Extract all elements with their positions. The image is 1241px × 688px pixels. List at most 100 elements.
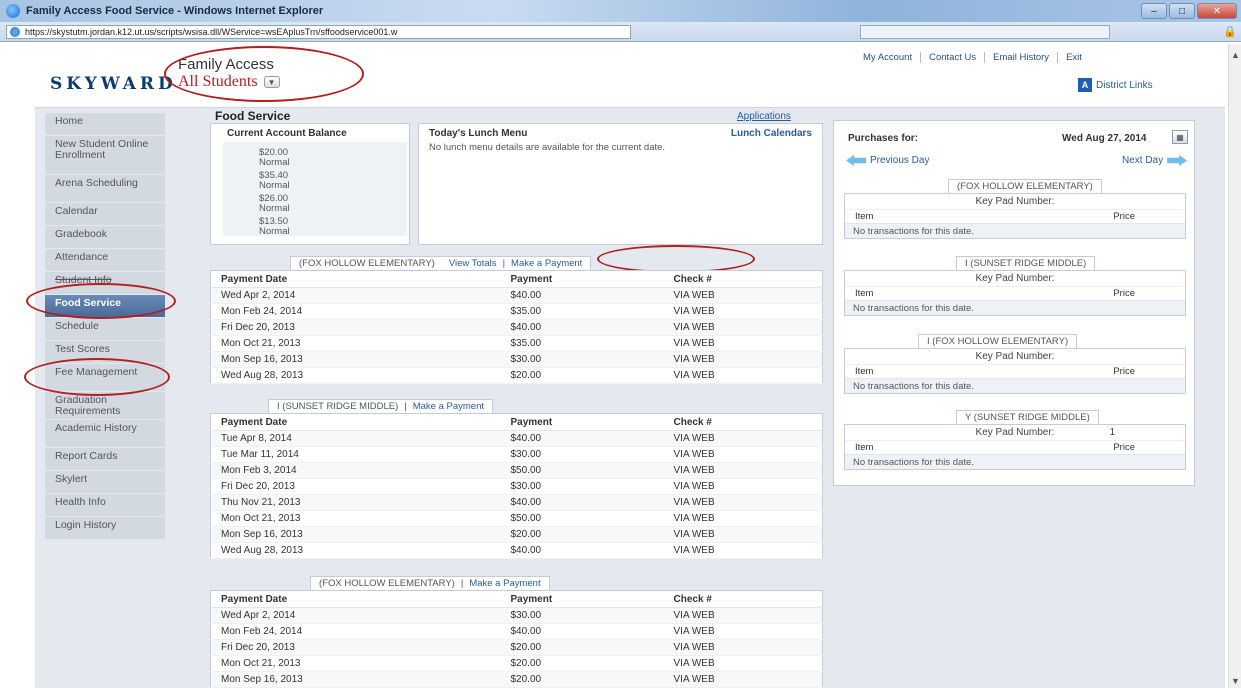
window-titlebar: Family Access Food Service - Windows Int… bbox=[0, 0, 1241, 22]
next-day-button[interactable]: Next Day bbox=[1122, 155, 1188, 166]
next-day-label: Next Day bbox=[1122, 155, 1164, 166]
sidebar-item-food-service[interactable]: Food Service bbox=[45, 295, 165, 317]
table-row: Mon Oct 21, 2013 $20.00 VIA WEB bbox=[210, 655, 823, 672]
table-row: Fri Dec 20, 2013 $40.00 VIA WEB bbox=[210, 319, 823, 336]
check-number: VIA WEB bbox=[663, 335, 823, 352]
my-account-link[interactable]: My Account bbox=[855, 52, 920, 63]
payment-amount: $35.00 bbox=[500, 335, 664, 352]
table-row: Mon Sep 16, 2013 $20.00 VIA WEB bbox=[210, 671, 823, 688]
exit-link[interactable]: Exit bbox=[1057, 52, 1090, 63]
lunch-calendars-link[interactable]: Lunch Calendars bbox=[731, 128, 812, 139]
skyward-logo: SKYWARD bbox=[50, 74, 177, 94]
sidebar-item-test-scores[interactable]: Test Scores bbox=[45, 341, 165, 363]
close-icon[interactable]: ✕ bbox=[1197, 3, 1237, 19]
payment-table: Payment Date Payment Check # Wed Apr 2, … bbox=[210, 270, 823, 384]
payment-date: Fri Dec 20, 2013 bbox=[210, 639, 501, 656]
sidebar-item-gradebook[interactable]: Gradebook bbox=[45, 226, 165, 248]
sidebar-item-health-info[interactable]: Health Info bbox=[45, 494, 165, 516]
sidebar-item-schedule[interactable]: Schedule bbox=[45, 318, 165, 340]
column-header: Payment bbox=[500, 413, 664, 431]
check-number: VIA WEB bbox=[663, 623, 823, 640]
check-number: VIA WEB bbox=[663, 542, 823, 559]
sidebar-item-academic-history[interactable]: Academic History bbox=[45, 420, 165, 447]
purchase-body: Key Pad Number: Item Price No transaction… bbox=[844, 348, 1186, 394]
sidebar-item-fee-management[interactable]: Fee Management bbox=[45, 364, 165, 391]
scroll-up-icon[interactable]: ▲ bbox=[1231, 50, 1240, 60]
payment-date: Mon Feb 3, 2014 bbox=[210, 462, 501, 479]
email-history-link[interactable]: Email History bbox=[984, 52, 1057, 63]
previous-day-button[interactable]: Previous Day bbox=[846, 155, 929, 166]
make-payment-link[interactable]: Make a Payment bbox=[511, 258, 582, 269]
minimize-icon[interactable]: – bbox=[1141, 3, 1167, 19]
check-number: VIA WEB bbox=[663, 287, 823, 304]
maximize-icon[interactable]: □ bbox=[1169, 3, 1195, 19]
table-row: Wed Apr 2, 2014 $40.00 VIA WEB bbox=[210, 287, 823, 304]
purchase-school: I (FOX HOLLOW ELEMENTARY) bbox=[918, 334, 1078, 348]
arrow-right-icon bbox=[1167, 155, 1188, 166]
separator: | bbox=[404, 401, 407, 412]
payment-date: Mon Sep 16, 2013 bbox=[210, 351, 501, 368]
table-row: Thu Nov 21, 2013 $40.00 VIA WEB bbox=[210, 494, 823, 511]
purchase-columns: Item Price bbox=[845, 440, 1185, 454]
purchase-columns: Item Price bbox=[845, 209, 1185, 223]
payment-amount: $20.00 bbox=[500, 367, 664, 384]
payment-amount: $50.00 bbox=[500, 462, 664, 479]
purchases-label: Purchases for: bbox=[848, 133, 919, 144]
page-scrollbar[interactable]: ▲ ▼ bbox=[1228, 44, 1241, 688]
sidebar-item-graduation[interactable]: Graduation Requirements bbox=[45, 392, 165, 419]
table-row: Mon Sep 16, 2013 $30.00 VIA WEB bbox=[210, 351, 823, 368]
sidebar-item-arena[interactable]: Arena Scheduling bbox=[45, 175, 165, 202]
sidebar-item-enrollment[interactable]: New Student Online Enrollment bbox=[45, 136, 165, 174]
student-selector[interactable]: All Students ▼ bbox=[178, 73, 280, 91]
payment-amount: $50.00 bbox=[500, 510, 664, 527]
purchases-date: Wed Aug 27, 2014 bbox=[1062, 133, 1147, 144]
balance-panel: Current Account Balance $20.00 Normal $35… bbox=[210, 123, 410, 245]
make-payment-link[interactable]: Make a Payment bbox=[469, 578, 540, 589]
sidebar-item-skylert[interactable]: Skylert bbox=[45, 471, 165, 493]
payment-date: Wed Apr 2, 2014 bbox=[210, 287, 501, 304]
sidebar-item-student-info[interactable]: Student Info bbox=[45, 272, 165, 294]
payment-table: Payment Date Payment Check # Tue Apr 8, … bbox=[210, 413, 823, 559]
check-number: VIA WEB bbox=[663, 655, 823, 672]
no-transactions-text: No transactions for this date. bbox=[845, 223, 1185, 238]
make-payment-link[interactable]: Make a Payment bbox=[413, 401, 484, 412]
applications-link[interactable]: Applications bbox=[737, 111, 791, 122]
table-row: Mon Oct 21, 2013 $35.00 VIA WEB bbox=[210, 335, 823, 352]
purchase-body: Key Pad Number: 1 Item Price No transactio… bbox=[844, 424, 1186, 470]
payment-date: Thu Nov 21, 2013 bbox=[210, 494, 501, 511]
contact-us-link[interactable]: Contact Us bbox=[920, 52, 984, 63]
purchase-school: (FOX HOLLOW ELEMENTARY) bbox=[948, 179, 1102, 193]
sidebar-item-calendar[interactable]: Calendar bbox=[45, 203, 165, 225]
sidebar-nav: Home New Student Online Enrollment Arena… bbox=[45, 113, 165, 540]
payment-date: Mon Sep 16, 2013 bbox=[210, 526, 501, 543]
check-number: VIA WEB bbox=[663, 639, 823, 656]
scroll-down-icon[interactable]: ▼ bbox=[1231, 676, 1240, 686]
table-row: Mon Oct 21, 2013 $50.00 VIA WEB bbox=[210, 510, 823, 527]
view-totals-link[interactable]: View Totals bbox=[449, 258, 497, 269]
sidebar-item-login-history[interactable]: Login History bbox=[45, 517, 165, 539]
table-row: Fri Dec 20, 2013 $30.00 VIA WEB bbox=[210, 478, 823, 495]
key-pad-number: Key Pad Number: 1 bbox=[975, 427, 1115, 438]
payment-amount: $30.00 bbox=[500, 446, 664, 463]
browser-search-input[interactable] bbox=[860, 24, 1110, 39]
district-icon: A bbox=[1078, 78, 1092, 92]
app-name: Family Access bbox=[178, 56, 274, 73]
check-number: VIA WEB bbox=[663, 478, 823, 495]
payment-amount: $30.00 bbox=[500, 351, 664, 368]
sidebar-item-home[interactable]: Home bbox=[45, 113, 165, 135]
lock-icon: 🔒 bbox=[1223, 26, 1237, 38]
sidebar-item-attendance[interactable]: Attendance bbox=[45, 249, 165, 271]
window-controls: – □ ✕ bbox=[1141, 3, 1237, 19]
page-title: Food Service bbox=[215, 109, 291, 123]
url-field[interactable]: https://skystutm.jordan.k12.ut.us/script… bbox=[6, 24, 631, 39]
payment-amount: $20.00 bbox=[500, 655, 664, 672]
sidebar-item-report-cards[interactable]: Report Cards bbox=[45, 448, 165, 470]
check-number: VIA WEB bbox=[663, 526, 823, 543]
balance-entry: $13.50 Normal bbox=[259, 216, 290, 237]
table-row: Mon Feb 24, 2014 $35.00 VIA WEB bbox=[210, 303, 823, 320]
calendar-icon[interactable]: ▦ bbox=[1172, 130, 1188, 144]
chevron-down-icon[interactable]: ▼ bbox=[263, 76, 280, 88]
district-links[interactable]: A District Links bbox=[1078, 78, 1153, 92]
payment-table: Payment Date Payment Check # Wed Apr 2, … bbox=[210, 590, 823, 688]
table-row: Fri Dec 20, 2013 $20.00 VIA WEB bbox=[210, 639, 823, 656]
